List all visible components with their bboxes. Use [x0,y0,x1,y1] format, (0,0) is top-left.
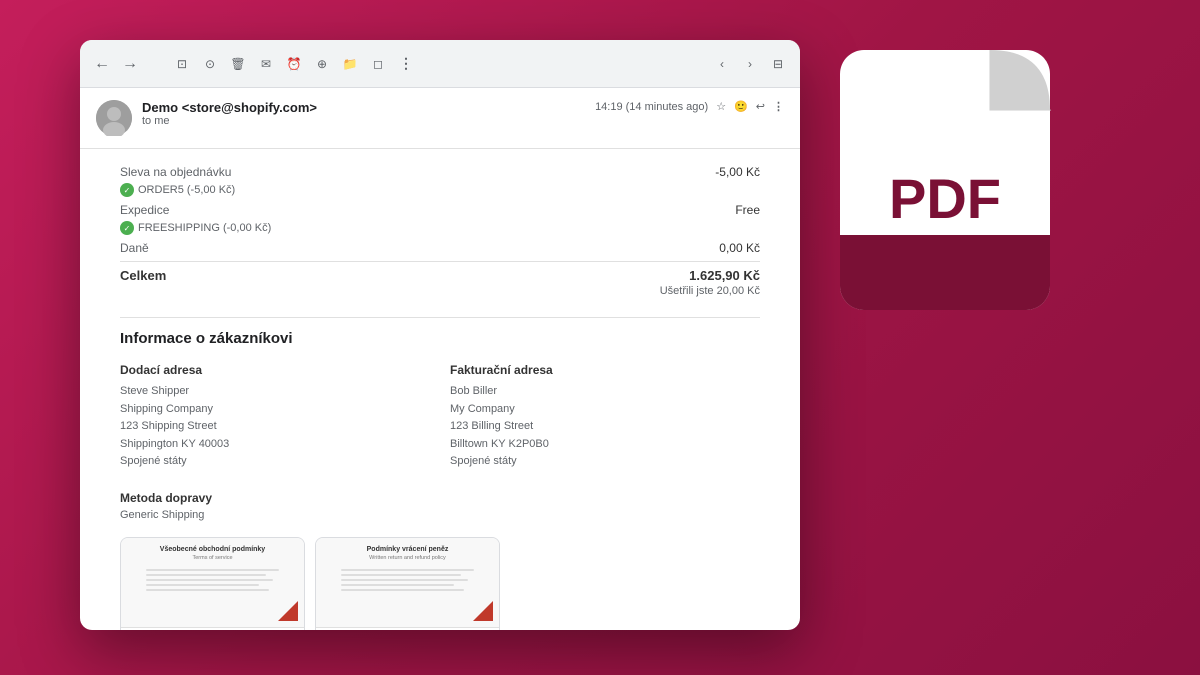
reply-icon[interactable]: ↩ [756,100,765,113]
tax-value: 0,00 Kč [719,241,760,255]
total-row: Celkem 1.625,90 Kč [120,261,760,283]
attachment-card-0[interactable]: Všeobecné obchodní podmínky Terms of ser… [120,537,305,630]
mail-icon[interactable]: ✉ [256,54,276,74]
tax-label: Daně [120,241,149,255]
attachment-preview-subtitle-1: Written return and refund policy [369,555,446,561]
shipping-value: Free [735,203,760,217]
shipping-street: 123 Shipping Street [120,420,217,432]
shipping-row: Expedice Free [120,203,760,217]
shipping-country: Spojené státy [120,455,187,467]
discount-label: Sleva na objednávku [120,165,231,179]
attachment-preview-0: Všeobecné obchodní podmínky Terms of ser… [121,538,304,628]
timestamp: 14:19 (14 minutes ago) [595,101,708,113]
pdf-icon-container: PDF [790,30,1130,370]
shipping-method-title: Metoda dopravy [120,491,760,505]
attachment-card-1[interactable]: Podmínky vrácení peněz Written return an… [315,537,500,630]
total-value: 1.625,90 Kč [689,268,760,283]
billing-company: My Company [450,403,515,415]
clock-icon[interactable]: ⊙ [200,54,220,74]
attachments: Všeobecné obchodní podmínky Terms of ser… [120,537,760,630]
billing-street: 123 Billing Street [450,420,533,432]
shipping-method-value: Generic Shipping [120,509,760,521]
svg-text:PDF: PDF [889,167,1001,230]
shipping-coupon-icon: ✓ [120,221,134,235]
avatar [96,100,132,136]
shipping-city: Shippington KY 40003 [120,438,229,450]
billing-address: Fakturační adresa Bob Biller My Company … [450,363,760,471]
to-label: to me [142,115,317,127]
folder-icon[interactable]: 📁 [340,54,360,74]
email-window: ← → ⊡ ⊙ 🗑 ✉ ⏰ ⊕ 📁 ◻ ⋮ ‹ › ⊟ De [80,40,800,630]
divider [120,317,760,318]
forward-button[interactable]: → [120,54,140,74]
shipping-company: Shipping Company [120,403,213,415]
shipping-method: Metoda dopravy Generic Shipping [120,491,760,521]
email-body: Sleva na objednávku -5,00 Kč ✓ ORDER5 (-… [80,149,800,630]
tax-row: Daně 0,00 Kč [120,241,760,255]
attachment-preview-1: Podmínky vrácení peněz Written return an… [316,538,499,628]
label-icon[interactable]: ◻ [368,54,388,74]
discount-coupon-label: ORDER5 (-5,00 Kč) [138,184,235,196]
email-header: Demo <store@shopify.com> to me 14:19 (14… [80,88,800,149]
emoji-icon[interactable]: 🙂 [734,100,748,113]
order-summary: Sleva na objednávku -5,00 Kč ✓ ORDER5 (-… [120,165,760,297]
customer-info: Informace o zákazníkovi Dodací adresa St… [120,330,760,521]
savings-row: Ušetřili jste 20,00 Kč [120,285,760,297]
billing-name: Bob Biller [450,385,497,397]
savings-label: Ušetřili jste 20,00 Kč [660,285,760,297]
customer-info-title: Informace o zákazníkovi [120,330,760,347]
more-options-icon[interactable]: ⋮ [773,100,784,113]
shipping-address-title: Dodací adresa [120,363,430,377]
sender-info: Demo <store@shopify.com> to me [96,100,317,136]
next-icon[interactable]: › [740,54,760,74]
shipping-coupon-label: FREESHIPPING (-0,00 Kč) [138,222,271,234]
billing-address-title: Fakturační adresa [450,363,760,377]
star-icon[interactable]: ☆ [716,100,726,113]
more-icon[interactable]: ⋮ [396,54,416,74]
trash-icon[interactable]: 🗑 [228,54,248,74]
shipping-name: Steve Shipper [120,385,189,397]
attachment-preview-title-1: Podmínky vrácení peněz [367,546,449,553]
discount-row: Sleva na objednávku -5,00 Kč [120,165,760,179]
attachment-footer-0: PDF Všeobecné ob... ▶ [121,628,304,630]
add-icon[interactable]: ⊕ [312,54,332,74]
snooze-icon[interactable]: ⏰ [284,54,304,74]
shipping-label: Expedice [120,203,169,217]
attachment-preview-subtitle-0: Terms of service [192,555,232,561]
shipping-address: Dodací adresa Steve Shipper Shipping Com… [120,363,430,471]
attachment-preview-title-0: Všeobecné obchodní podmínky [160,546,265,553]
billing-country: Spojené státy [450,455,517,467]
attachment-footer-1: PDF Podmínky vráč... ▶ [316,628,499,630]
billing-city: Billtown KY K2P0B0 [450,438,549,450]
compose-icon[interactable]: ⊡ [172,54,192,74]
discount-value: -5,00 Kč [715,165,760,179]
discount-coupon-row: ✓ ORDER5 (-5,00 Kč) [120,183,760,197]
shipping-coupon-row: ✓ FREESHIPPING (-0,00 Kč) [120,221,760,235]
sender-name: Demo <store@shopify.com> [142,100,317,115]
pdf-document-icon: PDF [830,50,1090,350]
prev-icon[interactable]: ‹ [712,54,732,74]
email-meta: 14:19 (14 minutes ago) ☆ 🙂 ↩ ⋮ [595,100,784,113]
coupon-icon: ✓ [120,183,134,197]
total-label: Celkem [120,268,166,283]
email-toolbar: ← → ⊡ ⊙ 🗑 ✉ ⏰ ⊕ 📁 ◻ ⋮ ‹ › ⊟ [80,40,800,88]
address-grid: Dodací adresa Steve Shipper Shipping Com… [120,363,760,471]
window-icon[interactable]: ⊟ [768,54,788,74]
back-button[interactable]: ← [92,54,112,74]
